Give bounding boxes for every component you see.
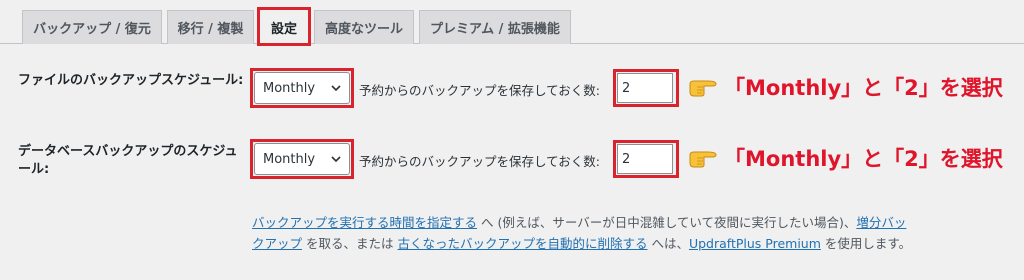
files-retain-label: 予約からのバックアップを保存しておく数: [359, 83, 600, 98]
tab-settings[interactable]: 設定 [257, 7, 311, 46]
files-schedule-select[interactable]: Monthly [254, 72, 350, 104]
note-text-1: へ (例えば、サーバーが日中混雑していて夜間に実行したい場合)、 [477, 215, 857, 230]
note-text-3: へは、 [647, 236, 689, 251]
files-instruction-annotation: 「Monthly」と「2」を選択 [724, 76, 1003, 100]
chevron-down-icon [331, 156, 341, 163]
database-schedule-value: Monthly [263, 151, 316, 167]
database-instruction-annotation: 「Monthly」と「2」を選択 [724, 147, 1003, 171]
pointing-hand-icon [689, 151, 717, 168]
pointing-hand-icon [689, 80, 717, 97]
files-schedule-value: Monthly [263, 80, 316, 96]
note-text-2: を取る、または [302, 236, 398, 251]
settings-tabs: バックアップ / 復元 移行 / 複製 設定 高度なツール プレミアム / 拡張… [0, 0, 1024, 46]
chevron-down-icon [331, 85, 341, 92]
note-text-4: を使用します。 [820, 236, 912, 251]
tab-backup-restore[interactable]: バックアップ / 復元 [22, 10, 162, 44]
database-schedule-select[interactable]: Monthly [254, 143, 350, 175]
auto-delete-link[interactable]: 古くなったバックアップを自動的に削除する [397, 236, 647, 251]
database-schedule-label: データベースバックアップのスケジュール: [18, 144, 238, 177]
tab-premium-extensions[interactable]: プレミアム / 拡張機能 [419, 10, 571, 44]
tab-advanced-tools[interactable]: 高度なツール [314, 10, 414, 44]
premium-note: バックアップを実行する時間を指定する へ (例えば、サーバーが日中混雑していて夜… [252, 212, 912, 254]
updraftplus-premium-link[interactable]: UpdraftPlus Premium [689, 236, 821, 251]
files-schedule-label: ファイルのバックアップスケジュール: [18, 73, 244, 88]
schedule-time-link[interactable]: バックアップを実行する時間を指定する [252, 215, 477, 230]
tab-migrate-clone[interactable]: 移行 / 複製 [167, 10, 254, 44]
database-retain-label: 予約からのバックアップを保存しておく数: [359, 154, 600, 169]
files-retain-input[interactable]: 2 [617, 73, 673, 103]
database-retain-input[interactable]: 2 [617, 144, 673, 174]
